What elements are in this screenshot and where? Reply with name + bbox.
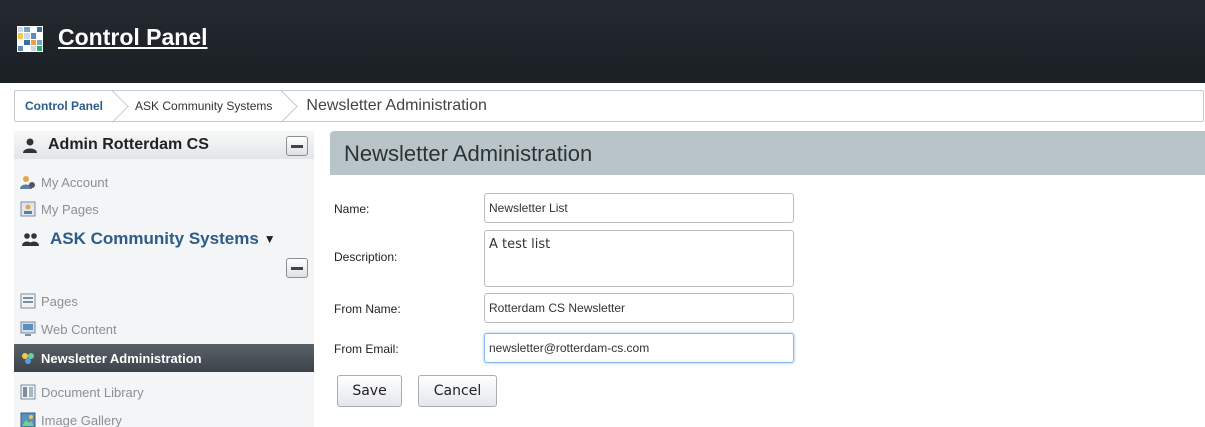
- newsletter-icon: [22, 353, 34, 364]
- control-panel-logo-icon: [17, 26, 43, 52]
- description-textarea[interactable]: A test list: [484, 230, 794, 287]
- from-name-input[interactable]: [484, 293, 794, 323]
- description-label: Description:: [334, 250, 398, 264]
- logo-tile: [30, 33, 36, 39]
- logo-tile: [18, 39, 24, 45]
- web-content-icon: [20, 321, 36, 336]
- sidebar-item-newsletter-administration[interactable]: Newsletter Administration: [14, 344, 328, 372]
- logo-tile: [18, 27, 24, 33]
- name-label: Name:: [334, 202, 370, 216]
- sidebar-item-label: Document Library: [41, 384, 144, 400]
- breadcrumb: Control Panel ASK Community Systems News…: [14, 90, 1204, 122]
- sidebar-item-document-library[interactable]: Document Library: [14, 381, 314, 403]
- logo-tile: [24, 27, 30, 33]
- document-library-icon: [20, 384, 36, 400]
- from-email-input[interactable]: [484, 333, 794, 363]
- logo-tile: [24, 45, 30, 51]
- logo-tile: [36, 27, 42, 33]
- sidebar-item-pages[interactable]: Pages: [14, 290, 314, 312]
- sidebar-community-header[interactable]: ASK Community Systems ▼: [14, 225, 314, 253]
- logo-tile: [36, 45, 42, 51]
- community-dropdown-chevron-icon[interactable]: ▼: [264, 232, 276, 246]
- sidebar-item-my-account[interactable]: My Account: [14, 171, 314, 193]
- save-button[interactable]: Save: [337, 375, 402, 407]
- sidebar-item-label: My Account: [41, 174, 109, 190]
- page-title: Newsletter Administration: [344, 141, 593, 166]
- logo-tile: [36, 39, 42, 45]
- panel-header: Newsletter Administration: [330, 131, 1205, 175]
- logo-tile: [30, 45, 36, 51]
- cancel-button[interactable]: Cancel: [418, 375, 497, 407]
- sidebar-user-header[interactable]: Admin Rotterdam CS: [14, 131, 314, 159]
- from-email-label: From Email:: [334, 342, 399, 356]
- name-input[interactable]: [484, 193, 794, 223]
- control-panel-title-link[interactable]: Control Panel: [58, 24, 208, 51]
- sidebar-user-title: Admin Rotterdam CS: [48, 136, 209, 153]
- my-account-icon: [20, 176, 35, 189]
- sidebar-item-image-gallery[interactable]: Image Gallery: [14, 409, 314, 427]
- collapse-user-section-button[interactable]: [286, 136, 308, 156]
- breadcrumb-current: Newsletter Administration: [306, 97, 487, 114]
- sidebar-item-web-content[interactable]: Web Content: [14, 318, 314, 340]
- top-header: Control Panel: [0, 0, 1205, 83]
- sidebar-community-title: ASK Community Systems: [50, 229, 259, 248]
- sidebar-item-label: Web Content: [41, 321, 117, 337]
- breadcrumb-control-panel[interactable]: Control Panel: [15, 91, 117, 121]
- sidebar: Admin Rotterdam CS My Account My Pages A…: [14, 131, 328, 427]
- group-icon: [22, 233, 39, 246]
- sidebar-item-label: Image Gallery: [41, 412, 122, 427]
- from-name-label: From Name:: [334, 302, 401, 316]
- sidebar-item-label: My Pages: [41, 201, 99, 217]
- user-icon: [23, 138, 37, 153]
- sidebar-item-label: Pages: [41, 293, 78, 309]
- breadcrumb-community[interactable]: ASK Community Systems: [117, 91, 286, 121]
- pages-icon: [20, 293, 36, 309]
- sidebar-item-label: Newsletter Administration: [41, 350, 202, 366]
- logo-tile: [30, 39, 36, 45]
- image-gallery-icon: [20, 412, 36, 427]
- logo-tile: [30, 27, 36, 33]
- sidebar-item-my-pages[interactable]: My Pages: [14, 198, 314, 220]
- my-pages-icon: [20, 201, 36, 217]
- logo-tile: [24, 39, 30, 45]
- logo-tile: [18, 33, 24, 39]
- logo-tile: [36, 33, 42, 39]
- logo-tile: [24, 33, 30, 39]
- logo-tile: [18, 45, 24, 51]
- collapse-community-section-button[interactable]: [286, 258, 308, 278]
